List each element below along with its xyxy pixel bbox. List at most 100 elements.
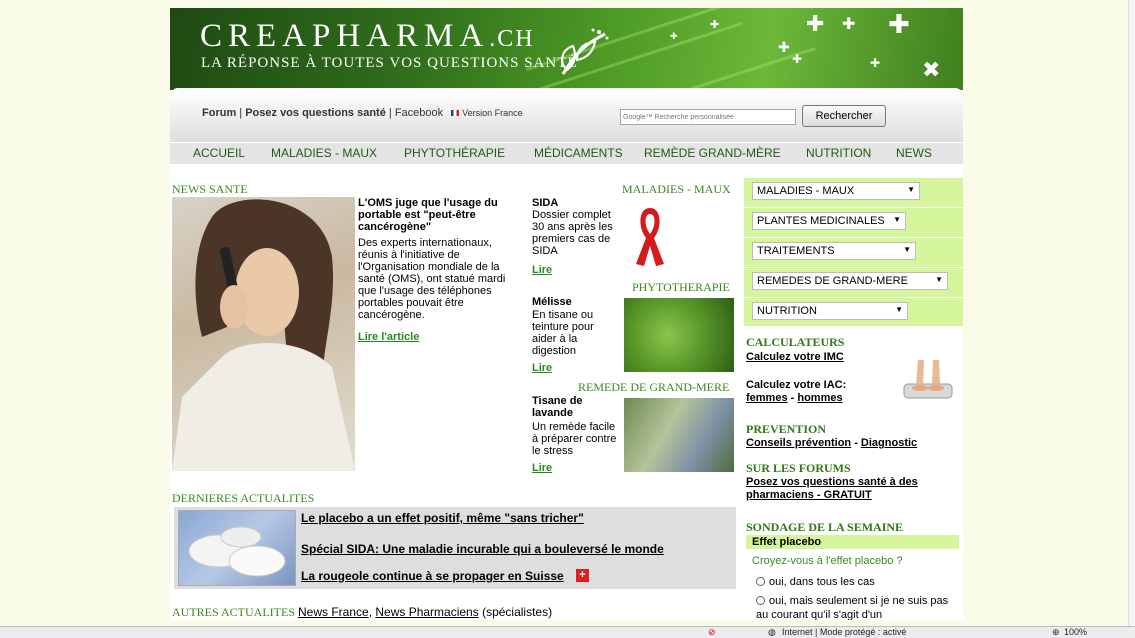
- cross-icon: ✚: [710, 18, 720, 31]
- conseils-prevention-link[interactable]: Conseils prévention: [746, 437, 851, 449]
- forums-link-line1[interactable]: Posez vos questions santé à des: [746, 476, 918, 488]
- chevron-down-icon: ▼: [935, 275, 943, 284]
- right-sidebar: MALADIES - MAUX ▼ PLANTES MEDICINALES ▼ TR…: [744, 178, 963, 620]
- red-ribbon-icon: [636, 208, 664, 266]
- actualite-link[interactable]: Le placebo a un effet positif, même "san…: [301, 511, 584, 525]
- cross-icon: ✚: [792, 52, 803, 66]
- sida-read-link[interactable]: Lire: [532, 264, 552, 276]
- autres-actualites: AUTRES ACTUALITES News France, News Phar…: [172, 605, 553, 619]
- calculateurs-title: CALCULATEURS: [746, 335, 845, 349]
- version-france-link[interactable]: Version France: [462, 108, 523, 118]
- chevron-down-icon: ▼: [903, 245, 911, 254]
- news-body: Des experts internationaux, réunis à l'i…: [358, 237, 506, 321]
- forums-link-line2[interactable]: pharmaciens - GRATUIT: [746, 489, 872, 501]
- sondage-option-2[interactable]: oui, mais seulement si je ne suis pas au…: [744, 594, 960, 620]
- news-section-title: NEWS SANTE: [172, 182, 248, 196]
- nav-remede[interactable]: REMÈDE GRAND-MÈRE: [644, 146, 781, 160]
- nav-news[interactable]: NEWS: [896, 146, 932, 160]
- nav-nutrition[interactable]: NUTRITION: [806, 146, 871, 160]
- scale-icon: [903, 360, 953, 399]
- actualites-section-title: DERNIERES ACTUALITES: [172, 491, 315, 505]
- iac-label: Calculez votre IAC:: [746, 379, 847, 391]
- actualite-link[interactable]: Spécial SIDA: Une maladie incurable qui …: [301, 542, 664, 556]
- top-links: Forum | Posez vos questions santé | Face…: [202, 107, 523, 119]
- sida-title: SIDA: [532, 197, 559, 209]
- cross-icon: ✖: [922, 58, 941, 83]
- sida-body: Dossier complet 30 ans après les premier…: [532, 209, 613, 257]
- main-nav: ACCUEIL MALADIES - MAUX PHYTOTHÉRAPIE MÉ…: [170, 142, 963, 164]
- zoom-icon[interactable]: ⊕: [1052, 627, 1060, 638]
- cross-icon: ✚: [842, 14, 856, 33]
- dropdown-maladies[interactable]: MALADIES - MAUX ▼: [752, 182, 920, 200]
- search-input[interactable]: [620, 109, 796, 125]
- pills-photo[interactable]: [178, 510, 296, 586]
- prevention-title: PREVENTION: [746, 422, 827, 436]
- news-pharmaciens-link[interactable]: News Pharmaciens: [375, 605, 478, 619]
- chevron-down-icon: ▼: [893, 215, 901, 224]
- site-banner: CREAPHARMA.CH LA RÉPONSE À TOUTES VOS QU…: [170, 8, 963, 90]
- news-headline: L'OMS juge que l'usage du portable est "…: [358, 197, 498, 233]
- lavande-photo[interactable]: [624, 398, 734, 472]
- leaf-logo-icon: [561, 28, 609, 75]
- cross-icon: ✚: [778, 40, 790, 56]
- dropdown-remedes[interactable]: REMEDES DE GRAND-MERE ▼: [752, 272, 948, 290]
- melisse-title: Mélisse: [532, 296, 572, 308]
- ask-questions-link[interactable]: Posez vos questions santé: [245, 107, 386, 119]
- diagnostic-link[interactable]: Diagnostic: [861, 437, 917, 449]
- site-logo-title[interactable]: CREAPHARMA.CH: [200, 18, 535, 55]
- top-links-bar: Forum | Posez vos questions santé | Face…: [170, 88, 963, 146]
- news-france-link[interactable]: News France: [298, 605, 369, 619]
- blocked-icon: ⊘: [708, 627, 716, 637]
- site-tagline: LA RÉPONSE À TOUTES VOS QUESTIONS SANTÉ: [201, 55, 578, 71]
- iac-hommes-link[interactable]: hommes: [797, 392, 842, 404]
- browser-status-bar: ⊘ ◍ Internet | Mode protégé : activé ⊕ 1…: [0, 626, 1135, 638]
- prevention-links: Conseils prévention - Diagnostic: [746, 437, 918, 449]
- radio-button[interactable]: [756, 577, 765, 586]
- france-flag-icon: [451, 110, 460, 116]
- news-read-link[interactable]: Lire l'article: [358, 331, 419, 343]
- iac-femmes-link[interactable]: femmes: [746, 392, 788, 404]
- melisse-photo[interactable]: [624, 298, 734, 372]
- lavande-read-link[interactable]: Lire: [532, 462, 552, 474]
- dropdown-nutrition[interactable]: NUTRITION ▼: [752, 302, 908, 320]
- radio-button[interactable]: [756, 596, 765, 605]
- forums-title: SUR LES FORUMS: [746, 461, 851, 475]
- chevron-down-icon: ▼: [895, 305, 903, 314]
- chevron-down-icon: ▼: [907, 185, 915, 194]
- cross-icon: ✚: [870, 56, 881, 70]
- nav-medicaments[interactable]: MÉDICAMENTS: [534, 146, 623, 160]
- sondage-subject: Effet placebo: [746, 535, 959, 549]
- news-photo[interactable]: [172, 197, 355, 471]
- nav-accueil[interactable]: ACCUEIL: [193, 146, 245, 160]
- category-dropdowns-panel: MALADIES - MAUX ▼ PLANTES MEDICINALES ▼ TR…: [744, 178, 963, 326]
- security-zone-text: Internet | Mode protégé : activé: [782, 627, 907, 637]
- dropdown-traitements[interactable]: TRAITEMENTS ▼: [752, 242, 916, 260]
- remede-section-title: REMEDE DE GRAND-MERE: [578, 380, 730, 394]
- globe-icon: ◍: [768, 627, 776, 637]
- sondage-title: SONDAGE DE LA SEMAINE: [746, 520, 904, 534]
- swiss-flag-icon: +: [576, 569, 589, 582]
- lavande-body: Un remède facile à préparer contre le st…: [532, 421, 617, 457]
- forum-link[interactable]: Forum: [202, 107, 236, 119]
- sondage-option-1[interactable]: oui, dans tous les cas: [756, 576, 875, 588]
- melisse-read-link[interactable]: Lire: [532, 362, 552, 374]
- actualites-box: Le placebo a un effet positif, même "san…: [174, 507, 736, 589]
- iac-links: femmes - hommes: [746, 392, 843, 404]
- cross-icon: ✚: [670, 32, 678, 42]
- actualite-link[interactable]: La rougeole continue à se propager en Su…: [301, 569, 564, 583]
- melisse-body: En tisane ou teinture pour aider à la di…: [532, 309, 594, 357]
- cross-icon: ✚: [806, 12, 825, 37]
- dropdown-plantes[interactable]: PLANTES MEDICINALES ▼: [752, 212, 906, 230]
- facebook-link[interactable]: Facebook: [395, 107, 443, 119]
- vertical-scrollbar[interactable]: [1128, 0, 1135, 626]
- sondage-question: Croyez-vous à l'effet placebo ?: [752, 555, 903, 567]
- nav-phytotherapie[interactable]: PHYTOTHÉRAPIE: [404, 146, 505, 160]
- search-button[interactable]: Rechercher: [802, 105, 886, 127]
- nav-maladies[interactable]: MALADIES - MAUX: [271, 146, 377, 160]
- lavande-title: Tisane de lavande: [532, 395, 583, 419]
- phyto-section-title: PHYTOTHERAPIE: [632, 280, 730, 294]
- zoom-level[interactable]: 100%: [1064, 627, 1087, 637]
- imc-link[interactable]: Calculez votre IMC: [746, 351, 844, 363]
- maladies-section-title: MALADIES - MAUX: [622, 182, 731, 196]
- page-container: CREAPHARMA.CH LA RÉPONSE À TOUTES VOS QU…: [170, 8, 963, 620]
